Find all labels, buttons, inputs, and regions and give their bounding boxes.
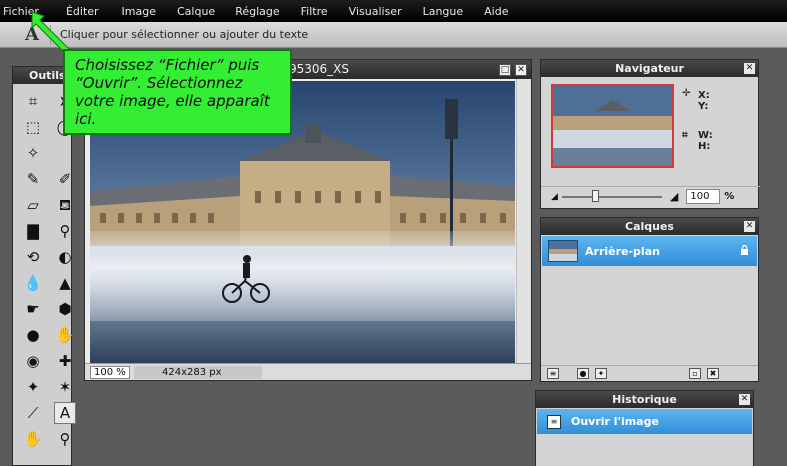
navigator-thumbnail[interactable] — [551, 84, 674, 168]
crop-icon[interactable]: ⌗ — [22, 90, 44, 112]
sponge-icon[interactable]: ⬢ — [54, 298, 76, 320]
layer-style-icon[interactable]: ✦ — [595, 368, 607, 379]
nav-x-label: X: — [698, 90, 710, 101]
layer-mask-icon[interactable]: ● — [577, 368, 589, 379]
gradient-icon[interactable]: ▇ — [22, 220, 44, 242]
history-title: Historique ✕ — [536, 391, 753, 408]
close-icon[interactable]: ✕ — [515, 64, 527, 76]
eraser-icon[interactable]: ▱ — [22, 194, 44, 216]
blur-icon[interactable]: 💧 — [22, 272, 44, 294]
delete-layer-icon[interactable]: ✖ — [707, 368, 719, 379]
navigator-panel: Navigateur ✕ ✛ X: Y: ⌗ W: H: ◢ ◢ 100 % — [540, 59, 760, 209]
open-document-icon: ≡ — [547, 414, 561, 429]
size-frame-icon: ⌗ — [682, 130, 688, 141]
new-layer-icon[interactable]: ▫ — [689, 368, 701, 379]
zoom-out-icon[interactable]: ◢ — [551, 192, 558, 202]
history-panel: Historique ✕ ≡ Ouvrir l'image — [535, 390, 754, 466]
spot-heal-icon[interactable]: ✚ — [54, 350, 76, 372]
burn-icon[interactable]: ✋ — [54, 324, 76, 346]
layer-settings-icon[interactable]: ≡ — [547, 368, 559, 379]
color-replace-icon[interactable]: ⟲ — [22, 246, 44, 268]
document-dimensions: 424x283 px — [134, 365, 262, 379]
navigator-zoom-row: ◢ ◢ 100 % — [541, 186, 760, 206]
tutorial-callout: Choisissez “Fichier” puis “Ouvrir”. Séle… — [63, 49, 292, 135]
magic-wand-icon[interactable]: ✧ — [22, 142, 44, 164]
zoom-unit: % — [724, 191, 735, 202]
layer-thumbnail — [548, 240, 578, 262]
document-title: 95306_XS — [289, 62, 350, 76]
layers-panel: Calques ✕ Arrière-plan ≡ ● ✦ ▫ ✖ — [540, 217, 759, 382]
nav-y-label: Y: — [698, 101, 709, 112]
layer-row[interactable]: Arrière-plan — [542, 236, 757, 266]
history-title-text: Historique — [612, 393, 677, 406]
document-status-bar: 100 % 424x283 px — [85, 363, 531, 380]
red-eye-icon[interactable]: ◉ — [22, 350, 44, 372]
navigator-close-icon[interactable]: ✕ — [744, 63, 755, 74]
menu-filtre[interactable]: Filtre — [301, 5, 341, 18]
marquee-icon[interactable]: ⬚ — [22, 116, 44, 138]
nav-h-label: H: — [698, 141, 711, 152]
pinch-icon[interactable]: ✶ — [54, 376, 76, 398]
bloat-icon[interactable]: ✦ — [22, 376, 44, 398]
navigator-preview-image — [553, 86, 672, 166]
menu-calque[interactable]: Calque — [177, 5, 228, 18]
menu-reglage[interactable]: Réglage — [235, 5, 292, 18]
zoom-slider[interactable] — [561, 189, 662, 202]
layers-title-text: Calques — [625, 220, 674, 233]
history-close-icon[interactable]: ✕ — [739, 394, 750, 405]
zoom-in-icon[interactable]: ◢ — [670, 190, 678, 203]
clone-stamp-icon[interactable]: ⚲ — [54, 220, 76, 242]
navigator-title: Navigateur ✕ — [541, 60, 758, 77]
drawing-icon[interactable]: ◐ — [54, 246, 76, 268]
color-picker-icon[interactable]: ⟋ — [22, 402, 44, 424]
menu-bar: Fichier Éditer Image Calque Réglage Filt… — [0, 0, 787, 22]
tool-grid: ⌗➤⬚◯✧✎✐▱⛾▇⚲⟲◐💧▲☛⬢●✋◉✚✦✶⟋A✋⚲ — [13, 84, 76, 450]
document-vertical-scrollbar[interactable] — [516, 79, 531, 364]
smudge-icon[interactable]: ☛ — [22, 298, 44, 320]
layers-close-icon[interactable]: ✕ — [744, 221, 755, 232]
pencil-icon[interactable]: ✎ — [22, 168, 44, 190]
layers-footer: ≡ ● ✦ ▫ ✖ — [541, 365, 758, 381]
layers-title: Calques ✕ — [541, 218, 758, 235]
maximize-icon[interactable]: □ — [499, 64, 511, 76]
move-crosshair-icon: ✛ — [682, 88, 691, 99]
hand-icon[interactable]: ✋ — [22, 428, 44, 450]
layer-name: Arrière-plan — [585, 244, 660, 258]
history-item[interactable]: ≡ Ouvrir l'image — [537, 409, 752, 434]
tool-options-bar: A Cliquer pour sélectionner ou ajouter d… — [0, 22, 787, 48]
brush-icon[interactable]: ✐ — [54, 168, 76, 190]
history-item-label: Ouvrir l'image — [571, 415, 659, 428]
navigator-title-text: Navigateur — [615, 62, 684, 75]
menu-aide[interactable]: Aide — [484, 5, 521, 18]
nav-w-label: W: — [698, 130, 713, 141]
tool-hint: Cliquer pour sélectionner ou ajouter du … — [60, 28, 309, 41]
lock-icon — [741, 245, 748, 255]
zoom-slider-handle[interactable] — [591, 189, 599, 202]
document-zoom-field[interactable]: 100 % — [90, 365, 130, 379]
blank-icon — [54, 142, 76, 164]
sharpen-icon[interactable]: ▲ — [54, 272, 76, 294]
menu-image[interactable]: Image — [122, 5, 169, 18]
text-tool-icon[interactable]: A — [54, 402, 76, 424]
zoom-icon[interactable]: ⚲ — [54, 428, 76, 450]
navigator-zoom-input[interactable]: 100 — [686, 189, 721, 204]
menu-visualiser[interactable]: Visualiser — [349, 5, 415, 18]
paint-bucket-icon[interactable]: ⛾ — [54, 194, 76, 216]
dodge-icon[interactable]: ● — [22, 324, 44, 346]
menu-langue[interactable]: Langue — [423, 5, 477, 18]
